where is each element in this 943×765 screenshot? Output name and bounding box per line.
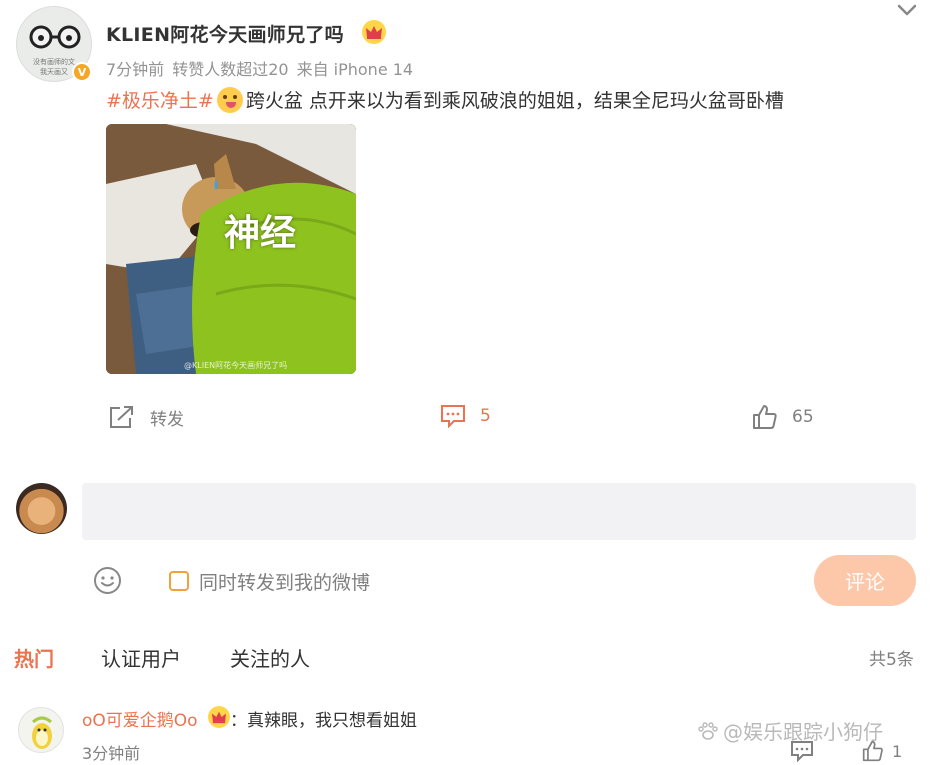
chevron-down-icon[interactable] <box>896 2 918 18</box>
comment-text: ：真辣眼，我只想看姐姐 <box>230 711 417 731</box>
post-body: 跨火盆 点开来以为看到乘风破浪的姐姐，结果全尼玛火盆哥卧槽 <box>245 90 784 112</box>
topic-link[interactable]: #极乐净土# <box>106 86 214 113</box>
smile-icon[interactable] <box>93 566 122 595</box>
repost-count-note: 转赞人数超过20 <box>172 60 289 79</box>
crown-icon[interactable] <box>208 706 230 728</box>
comment-icon <box>441 405 465 428</box>
comment-like-button[interactable]: 1 <box>862 740 902 762</box>
post-text: #极乐净土# 跨火盆 点开来以为看到乘风破浪的姐姐，结果全尼玛火盆哥卧槽 <box>106 86 784 113</box>
post-time[interactable]: 7分钟前 <box>106 60 164 79</box>
like-button[interactable]: 65 <box>752 404 814 430</box>
paw-icon <box>698 721 718 740</box>
repost-icon <box>110 406 133 428</box>
glasses-icon <box>29 25 81 49</box>
tab-hot[interactable]: 热门 <box>14 643 54 672</box>
post-source: 来自 iPhone 14 <box>296 60 414 79</box>
yum-emoji-icon <box>216 86 243 113</box>
comment-input[interactable] <box>82 483 916 540</box>
comment-like-count: 1 <box>892 741 903 761</box>
my-avatar <box>16 483 67 534</box>
comment-button[interactable]: 5 <box>440 404 491 428</box>
repost-button[interactable]: 转发 <box>108 404 184 430</box>
verified-icon: V <box>72 62 92 82</box>
post-meta: 7分钟前 转赞人数超过20 来自 iPhone 14 <box>106 56 413 80</box>
comment-time: 3分钟前 <box>82 744 141 763</box>
commenter-name[interactable]: oO可爱企鹅Oo <box>82 706 198 731</box>
comment-total: 共5条 <box>869 650 914 670</box>
comment-count: 5 <box>480 406 491 426</box>
author-name[interactable]: KLIEN阿花今天画师兄了吗 <box>106 20 344 47</box>
like-icon <box>862 740 883 762</box>
submit-comment-button[interactable]: 评论 <box>814 555 916 606</box>
crown-icon[interactable] <box>362 20 386 44</box>
post-image[interactable]: 神经 @KLIEN阿花今天画师兄了吗 <box>106 124 356 374</box>
also-repost-label[interactable]: 同时转发到我的微博 <box>199 568 370 595</box>
reply-icon[interactable] <box>790 740 814 762</box>
tab-following[interactable]: 关注的人 <box>230 643 310 672</box>
commenter-avatar[interactable] <box>18 707 64 753</box>
tab-verified-users[interactable]: 认证用户 <box>101 643 181 672</box>
penguin-avatar-icon <box>32 716 52 749</box>
image-caption: 神经 <box>224 213 297 254</box>
repost-label: 转发 <box>150 409 184 430</box>
like-icon <box>753 405 777 429</box>
like-count: 65 <box>792 407 814 427</box>
also-repost-checkbox[interactable] <box>169 571 189 591</box>
image-watermark: @KLIEN阿花今天画师兄了吗 <box>184 361 288 370</box>
